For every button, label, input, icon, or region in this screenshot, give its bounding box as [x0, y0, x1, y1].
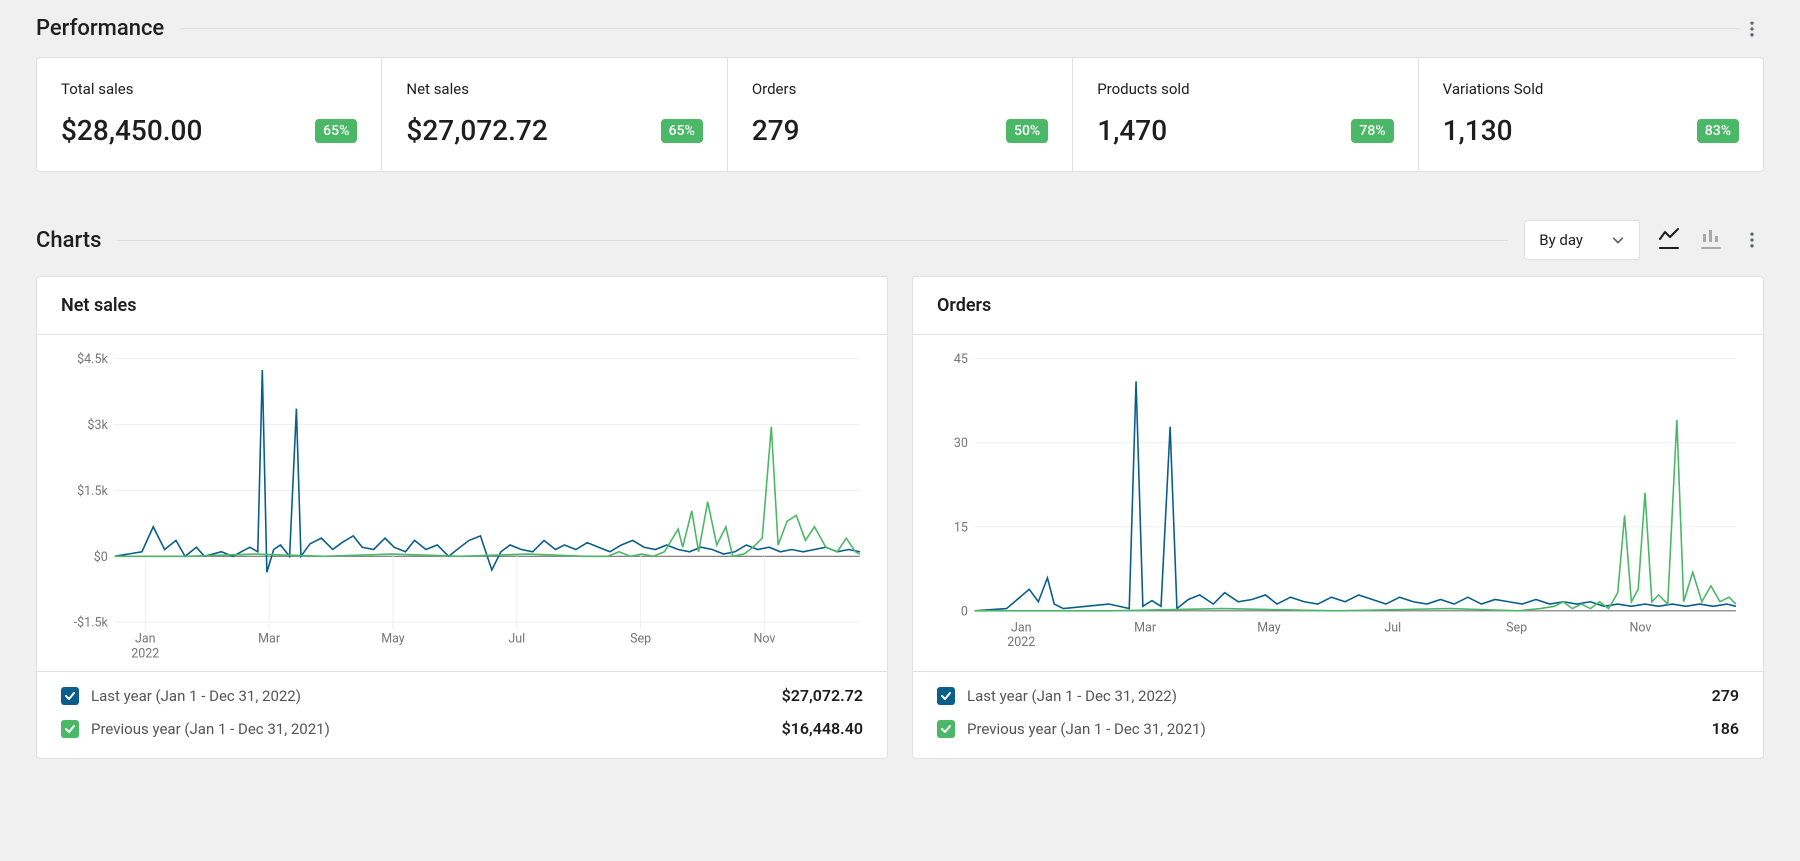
charts-interval-value: By day [1539, 231, 1583, 249]
legend-last-year[interactable]: Last year (Jan 1 - Dec 31, 2022) $27,072… [61, 686, 863, 705]
kebab-icon [1742, 19, 1762, 39]
chart-type-bar-button[interactable] [1698, 227, 1724, 253]
kebab-icon [1742, 230, 1762, 250]
card-products-sold[interactable]: Products sold 1,470 78% [1073, 58, 1418, 171]
legend-label: Previous year (Jan 1 - Dec 31, 2021) [91, 720, 330, 738]
card-label: Orders [752, 80, 1048, 98]
performance-menu-button[interactable] [1740, 17, 1764, 41]
charts-rule [117, 240, 1508, 241]
chart-title: Net sales [37, 277, 887, 334]
svg-text:30: 30 [954, 436, 968, 451]
svg-text:Mar: Mar [258, 632, 281, 647]
chart-card-net-sales: Net sales $4.5k $3k $1.5k $0 -$1.5k Jan [36, 276, 888, 759]
line-chart-icon [1659, 227, 1679, 243]
card-delta-badge: 50% [1006, 119, 1048, 143]
card-delta-badge: 83% [1697, 119, 1739, 143]
svg-text:Jan: Jan [135, 632, 156, 647]
card-net-sales[interactable]: Net sales $27,072.72 65% [382, 58, 727, 171]
svg-text:$4.5k: $4.5k [77, 352, 108, 367]
svg-text:Nov: Nov [753, 632, 775, 647]
charts-interval-select[interactable]: By day [1524, 220, 1640, 260]
performance-cards: Total sales $28,450.00 65% Net sales $27… [36, 57, 1764, 172]
series-last-year [975, 381, 1736, 610]
svg-text:$0: $0 [94, 550, 108, 565]
checkbox-icon[interactable] [937, 720, 955, 738]
legend-value: 279 [1712, 686, 1739, 705]
card-delta-badge: 78% [1351, 119, 1393, 143]
chevron-down-icon [1611, 233, 1625, 247]
card-label: Products sold [1097, 80, 1393, 98]
svg-text:2022: 2022 [1007, 635, 1035, 650]
svg-text:-$1.5k: -$1.5k [74, 616, 109, 631]
card-label: Total sales [61, 80, 357, 98]
series-last-year [115, 370, 860, 572]
svg-text:15: 15 [954, 520, 968, 535]
legend-value: 186 [1712, 719, 1739, 738]
legend-previous-year[interactable]: Previous year (Jan 1 - Dec 31, 2021) $16… [61, 719, 863, 738]
card-label: Net sales [406, 80, 702, 98]
legend-label: Previous year (Jan 1 - Dec 31, 2021) [967, 720, 1206, 738]
svg-text:Jan: Jan [1011, 620, 1032, 635]
card-value: 279 [752, 114, 800, 147]
svg-text:May: May [1257, 620, 1281, 635]
svg-text:Sep: Sep [1506, 620, 1527, 635]
card-delta-badge: 65% [661, 119, 703, 143]
svg-text:Mar: Mar [1134, 620, 1157, 635]
svg-text:Jul: Jul [1384, 620, 1401, 635]
card-value: $28,450.00 [61, 114, 202, 147]
bar-chart-icon [1701, 227, 1721, 243]
legend-previous-year[interactable]: Previous year (Jan 1 - Dec 31, 2021) 186 [937, 719, 1739, 738]
svg-text:2022: 2022 [131, 646, 159, 661]
card-orders[interactable]: Orders 279 50% [728, 58, 1073, 171]
legend-value: $27,072.72 [782, 686, 863, 705]
svg-text:$1.5k: $1.5k [77, 484, 108, 499]
checkbox-icon[interactable] [937, 687, 955, 705]
card-value: $27,072.72 [406, 114, 547, 147]
checkbox-icon[interactable] [61, 687, 79, 705]
svg-text:Sep: Sep [630, 632, 651, 647]
svg-text:Jul: Jul [508, 632, 525, 647]
card-total-sales[interactable]: Total sales $28,450.00 65% [37, 58, 382, 171]
chart-plot-area[interactable]: 45 30 15 0 Jan 2022 Mar May Jul Sep Nov [913, 334, 1763, 671]
svg-text:45: 45 [954, 352, 968, 367]
series-previous-year [975, 420, 1736, 611]
legend-label: Last year (Jan 1 - Dec 31, 2022) [967, 687, 1177, 705]
card-delta-badge: 65% [315, 119, 357, 143]
chart-type-toggle [1656, 227, 1724, 253]
card-variations-sold[interactable]: Variations Sold 1,130 83% [1419, 58, 1763, 171]
charts-menu-button[interactable] [1740, 228, 1764, 252]
performance-rule [180, 28, 1740, 29]
charts-title: Charts [36, 228, 101, 253]
svg-text:Nov: Nov [1629, 620, 1651, 635]
legend-last-year[interactable]: Last year (Jan 1 - Dec 31, 2022) 279 [937, 686, 1739, 705]
card-label: Variations Sold [1443, 80, 1739, 98]
chart-type-line-button[interactable] [1656, 227, 1682, 253]
chart-title: Orders [913, 277, 1763, 334]
series-previous-year [115, 427, 860, 557]
performance-title: Performance [36, 16, 164, 41]
chart-card-orders: Orders 45 30 15 0 Jan 2022 Mar May [912, 276, 1764, 759]
svg-text:0: 0 [961, 604, 968, 619]
card-value: 1,130 [1443, 114, 1513, 147]
checkbox-icon[interactable] [61, 720, 79, 738]
svg-text:$3k: $3k [87, 418, 108, 433]
card-value: 1,470 [1097, 114, 1167, 147]
legend-label: Last year (Jan 1 - Dec 31, 2022) [91, 687, 301, 705]
chart-plot-area[interactable]: $4.5k $3k $1.5k $0 -$1.5k Jan 2022 Mar M… [37, 334, 887, 671]
svg-text:May: May [381, 632, 405, 647]
legend-value: $16,448.40 [782, 719, 863, 738]
